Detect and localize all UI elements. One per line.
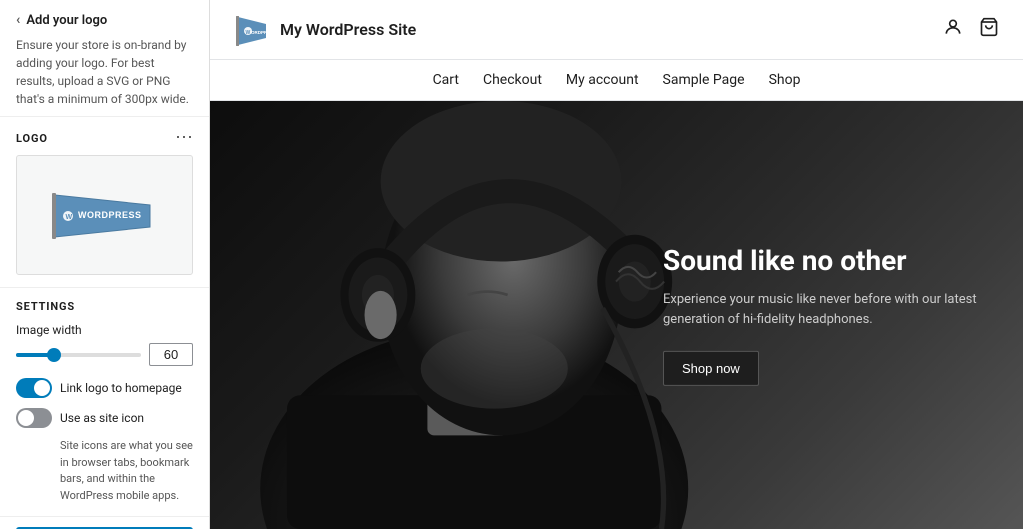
nav-checkout[interactable]: Checkout <box>483 72 542 88</box>
hero-title: Sound like no other <box>663 244 983 278</box>
nav-cart[interactable]: Cart <box>433 72 459 88</box>
panel-top: ‹ Add your logo Ensure your store is on-… <box>0 0 209 117</box>
settings-section: SETTINGS Image width Link logo to homepa… <box>0 287 209 516</box>
hero-description: Experience your music like never before … <box>663 290 983 332</box>
chevron-left-icon: ‹ <box>16 12 20 28</box>
settings-label: SETTINGS <box>16 300 193 313</box>
svg-text:W: W <box>65 214 72 221</box>
hero-content: Sound like no other Experience your musi… <box>663 244 983 386</box>
panel-description: Ensure your store is on-brand by adding … <box>16 36 193 108</box>
nav-shop[interactable]: Shop <box>769 72 801 88</box>
nav-sample-page[interactable]: Sample Page <box>663 72 745 88</box>
left-panel: ‹ Add your logo Ensure your store is on-… <box>0 0 210 529</box>
panel-title: Add your logo <box>26 13 107 28</box>
image-width-setting: Image width <box>16 323 193 366</box>
slider-thumb <box>47 348 61 362</box>
save-button-wrap: Save <box>0 516 209 529</box>
logo-section: LOGO ⋯ WORDPRESS W <box>0 117 209 287</box>
svg-text:WORDPRESS: WORDPRESS <box>78 210 142 220</box>
site-icon-toggle[interactable] <box>16 408 52 428</box>
link-logo-toggle[interactable] <box>16 378 52 398</box>
svg-text:W: W <box>246 30 251 36</box>
link-logo-label: Link logo to homepage <box>60 381 182 395</box>
image-width-slider[interactable] <box>16 353 141 357</box>
account-icon[interactable] <box>943 17 963 42</box>
site-preview: W ORDPRESS My WordPress Site Cart Checko… <box>210 0 1023 529</box>
site-icon-description: Site icons are what you see in browser t… <box>60 438 193 504</box>
site-icon-toggle-row: Use as site icon <box>16 408 193 428</box>
back-button[interactable]: ‹ Add your logo <box>16 12 193 28</box>
site-header: W ORDPRESS My WordPress Site <box>210 0 1023 60</box>
site-title: My WordPress Site <box>280 20 416 39</box>
hero-person-image <box>210 101 738 529</box>
logo-section-header: LOGO ⋯ <box>16 129 193 147</box>
cart-icon[interactable] <box>979 17 999 42</box>
toggle-knob <box>34 380 50 396</box>
nav-my-account[interactable]: My account <box>566 72 639 88</box>
more-options-button[interactable]: ⋯ <box>175 129 193 147</box>
logo-preview[interactable]: WORDPRESS W <box>16 155 193 275</box>
logo-label: LOGO <box>16 132 48 145</box>
image-width-input[interactable] <box>149 343 193 366</box>
site-icon-label: Use as site icon <box>60 411 144 425</box>
image-width-label: Image width <box>16 323 193 337</box>
svg-text:ORDPRESS: ORDPRESS <box>251 30 270 35</box>
header-logo: W ORDPRESS <box>234 12 270 48</box>
slider-row <box>16 343 193 366</box>
hero-section: Sound like no other Experience your musi… <box>210 101 1023 529</box>
logo-image: WORDPRESS W <box>50 185 160 245</box>
toggle-knob-2 <box>18 410 34 426</box>
site-logo-area: W ORDPRESS My WordPress Site <box>234 12 416 48</box>
link-logo-toggle-row: Link logo to homepage <box>16 378 193 398</box>
shop-now-button[interactable]: Shop now <box>663 351 759 386</box>
header-icons <box>943 17 999 42</box>
site-nav: Cart Checkout My account Sample Page Sho… <box>210 60 1023 101</box>
